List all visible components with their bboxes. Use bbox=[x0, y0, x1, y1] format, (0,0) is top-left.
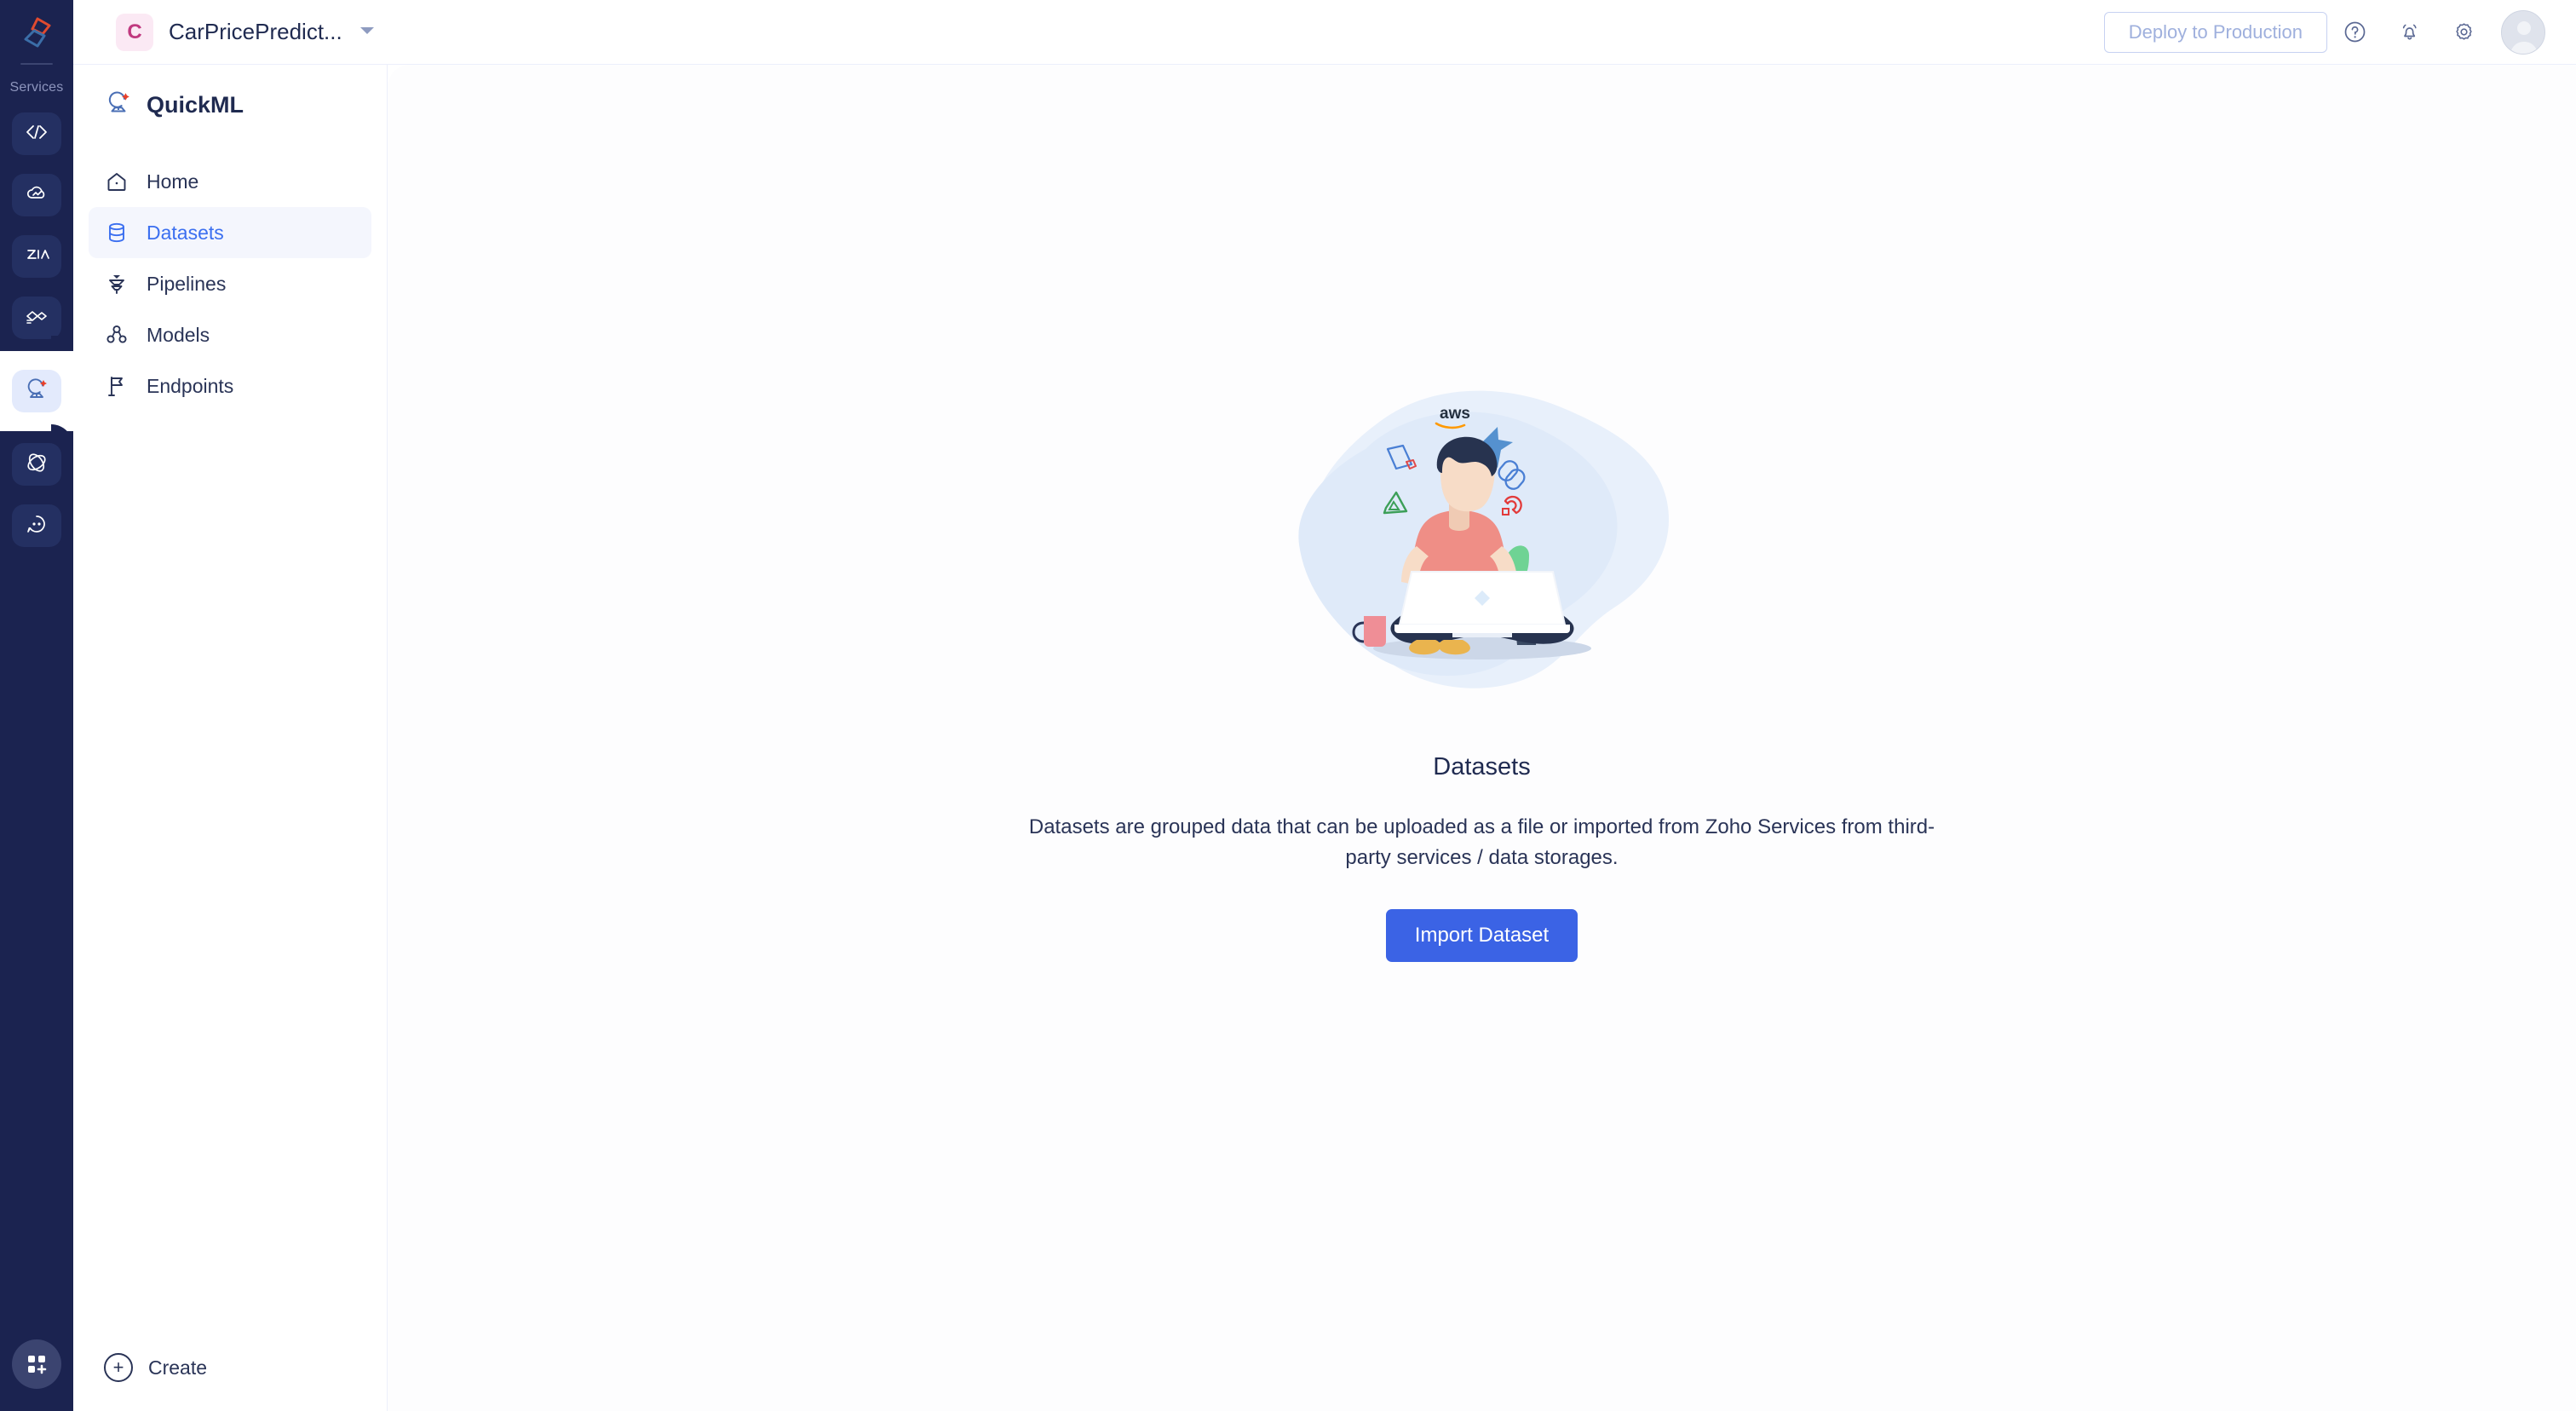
cloud-analytics-icon bbox=[24, 181, 49, 210]
main-content: aws Datasets Datasets are grouped data t… bbox=[388, 65, 2576, 1411]
rail-item-flow-connect[interactable] bbox=[12, 297, 61, 339]
create-label: Create bbox=[148, 1356, 208, 1379]
org-switcher[interactable]: C CarPricePredict... bbox=[116, 13, 375, 51]
sidebar-item-label: Datasets bbox=[147, 221, 224, 244]
brand-name-label: QuickML bbox=[147, 92, 244, 118]
header-actions: Deploy to Production bbox=[2103, 9, 2576, 56]
flag-icon bbox=[104, 373, 129, 399]
sidebar-item-endpoints[interactable]: Endpoints bbox=[89, 360, 371, 412]
rail-item-chat-bot[interactable] bbox=[12, 504, 61, 547]
rail-active-wrapper bbox=[0, 336, 85, 446]
sidebar-item-pipelines[interactable]: Pipelines bbox=[89, 258, 371, 309]
rail-item-list bbox=[0, 112, 85, 547]
database-icon bbox=[104, 220, 129, 245]
zia-icon bbox=[24, 242, 49, 272]
sidebar-item-datasets[interactable]: Datasets bbox=[89, 207, 371, 258]
user-avatar-icon[interactable] bbox=[2501, 9, 2545, 55]
sidebar-item-models[interactable]: Models bbox=[89, 309, 371, 360]
page-title: Datasets bbox=[1433, 753, 1531, 780]
chat-bot-icon bbox=[24, 511, 49, 541]
top-header: C CarPricePredict... Deploy to Productio… bbox=[73, 0, 2576, 65]
notification-bell-icon[interactable] bbox=[2382, 9, 2436, 56]
help-circle-icon[interactable] bbox=[2327, 9, 2382, 56]
sidebar-nav: Home Datasets Pipelines Models Endpoints bbox=[73, 156, 387, 412]
chevron-down-icon[interactable] bbox=[359, 25, 375, 40]
flow-connect-icon bbox=[24, 303, 49, 333]
home-icon bbox=[104, 169, 129, 194]
create-button[interactable]: + Create bbox=[104, 1353, 207, 1382]
sidebar-item-label: Models bbox=[147, 323, 210, 346]
sidebar-item-home[interactable]: Home bbox=[89, 156, 371, 207]
quickml-logo-icon bbox=[104, 89, 133, 122]
models-icon bbox=[104, 322, 129, 348]
rail-item-code-brackets[interactable] bbox=[12, 112, 61, 155]
plus-circle-icon: + bbox=[104, 1353, 133, 1382]
product-sidebar: QuickML Home Datasets Pipelines Models E… bbox=[73, 65, 388, 1411]
person-with-laptop-cloud-services-illustration: aws bbox=[1282, 367, 1682, 721]
sidebar-item-label: Home bbox=[147, 170, 199, 193]
rail-item-cloud-analytics[interactable] bbox=[12, 174, 61, 216]
svg-text:aws: aws bbox=[1440, 405, 1470, 423]
services-rail: Services bbox=[0, 0, 85, 1411]
pipeline-icon bbox=[104, 271, 129, 297]
rail-item-orbit[interactable] bbox=[12, 443, 61, 486]
sidebar-item-label: Pipelines bbox=[147, 272, 227, 295]
services-label: Services bbox=[9, 80, 64, 95]
zoho-logo-icon[interactable] bbox=[17, 14, 56, 53]
app-grid-add-icon[interactable] bbox=[12, 1339, 61, 1389]
sidebar-item-label: Endpoints bbox=[147, 374, 234, 397]
deploy-to-production-button[interactable]: Deploy to Production bbox=[2103, 11, 2327, 53]
orbit-icon bbox=[24, 450, 49, 480]
app-root: Services C CarPricePredict... Deploy to … bbox=[0, 0, 2576, 1411]
import-dataset-button[interactable]: Import Dataset bbox=[1385, 909, 1578, 962]
rail-item-zia[interactable] bbox=[12, 235, 61, 278]
empty-state-description: Datasets are grouped data that can be up… bbox=[1028, 815, 1935, 869]
code-brackets-icon bbox=[24, 119, 49, 149]
product-brand: QuickML bbox=[73, 65, 387, 122]
org-initial-badge: C bbox=[116, 13, 153, 51]
org-name-label: CarPricePredict... bbox=[169, 19, 342, 44]
rail-item-quickml[interactable] bbox=[0, 351, 85, 431]
settings-gear-icon[interactable] bbox=[2436, 9, 2491, 56]
rail-divider bbox=[20, 63, 53, 65]
quickml-icon bbox=[23, 376, 50, 407]
